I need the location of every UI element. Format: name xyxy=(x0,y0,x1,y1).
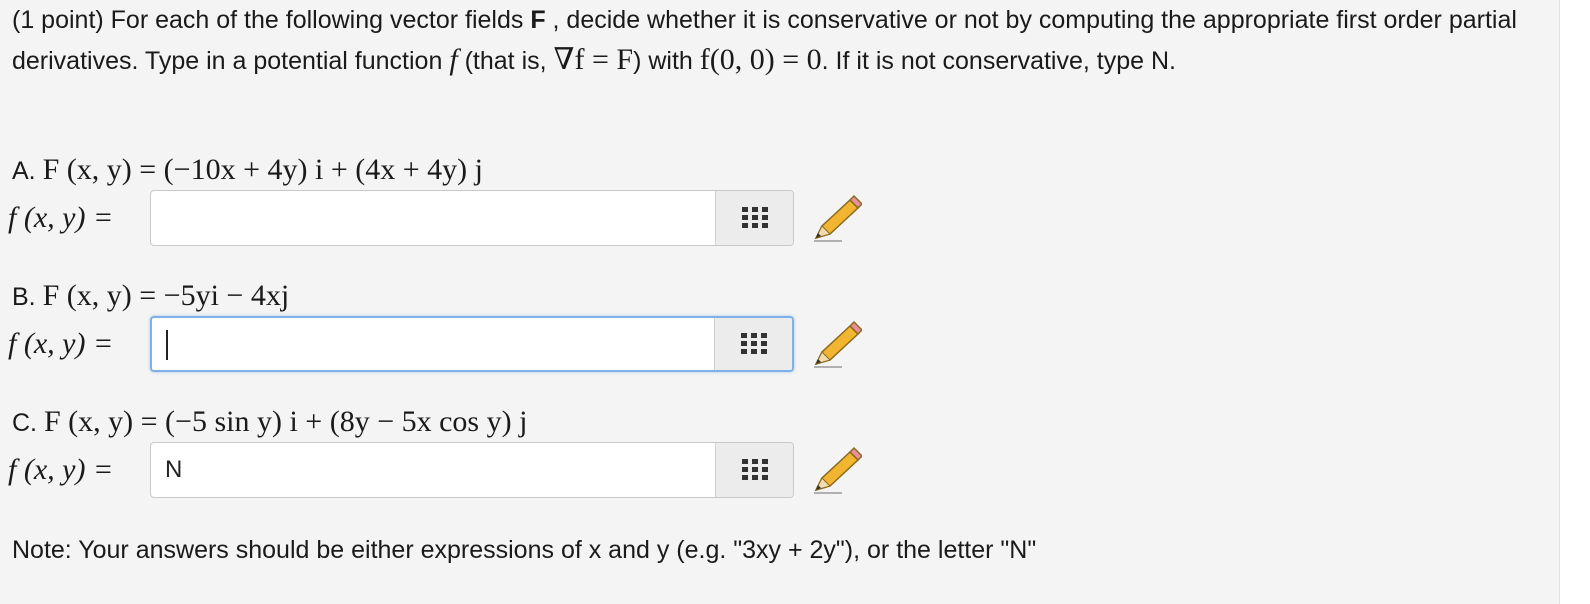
problem-b-field: B. F (x, y) = −5yi − 4xj xyxy=(12,276,289,317)
grid-icon xyxy=(740,333,767,354)
problem-a-answer-box xyxy=(150,190,794,246)
problem-b-answer-box xyxy=(150,316,794,372)
problem-a-preview-pencil-icon[interactable] xyxy=(812,194,862,244)
field-rhs: −5yi − 4xj xyxy=(163,279,290,312)
grid-icon xyxy=(741,207,768,228)
problem-c-answer-input[interactable] xyxy=(151,443,715,497)
intro-condition-expr: f(0, 0) = 0 xyxy=(699,43,822,76)
field-lhs: F (x, y) = xyxy=(42,153,164,186)
field-rhs: (−10x + 4y) i + (4x + 4y) j xyxy=(163,153,483,186)
problem-a-answer-input[interactable] xyxy=(151,191,715,245)
problem-b-answer-input[interactable] xyxy=(152,318,714,370)
text-caret xyxy=(166,330,168,360)
problem-c-equation-editor-button[interactable] xyxy=(715,443,793,497)
problem-c-preview-pencil-icon[interactable] xyxy=(812,446,862,496)
problem-letter: A. xyxy=(12,157,36,185)
field-lhs: F (x, y) = xyxy=(43,405,166,438)
problem-a-field: A. F (x, y) = (−10x + 4y) i + (4x + 4y) … xyxy=(12,150,483,191)
problem-intro: (1 point) For each of the following vect… xyxy=(12,0,1542,81)
problem-b-preview-pencil-icon[interactable] xyxy=(812,320,862,370)
problem-a-f-label: f (x, y) = xyxy=(8,201,114,234)
problem-letter: C. xyxy=(12,409,37,437)
problem-b-f-label: f (x, y) = xyxy=(8,327,114,360)
intro-bold-F: F xyxy=(530,6,546,34)
problem-c-f-label: f (x, y) = xyxy=(8,453,114,486)
problem-c-answer-box xyxy=(150,442,794,498)
problem-letter: B. xyxy=(12,283,36,311)
problem-c-field: C. F (x, y) = (−5 sin y) i + (8y − 5x co… xyxy=(12,402,527,443)
intro-text-4: ) with xyxy=(633,47,700,75)
intro-f-symbol: f xyxy=(449,43,458,76)
intro-text-5: . If it is not conservative, type N. xyxy=(821,47,1176,75)
problem-a-equation-editor-button[interactable] xyxy=(715,191,793,245)
intro-text-1: (1 point) For each of the following vect… xyxy=(12,6,531,34)
field-lhs: F (x, y) = xyxy=(42,279,164,312)
grid-icon xyxy=(741,459,768,480)
problem-b-equation-editor-button[interactable] xyxy=(714,318,792,370)
intro-text-3: (that is, xyxy=(457,47,554,75)
intro-gradient-expr: ∇f = F xyxy=(553,43,634,76)
answer-format-note: Note: Your answers should be either expr… xyxy=(12,536,1037,564)
problem-panel: (1 point) For each of the following vect… xyxy=(0,0,1560,604)
field-rhs: (−5 sin y) i + (8y − 5x cos y) j xyxy=(165,405,528,438)
